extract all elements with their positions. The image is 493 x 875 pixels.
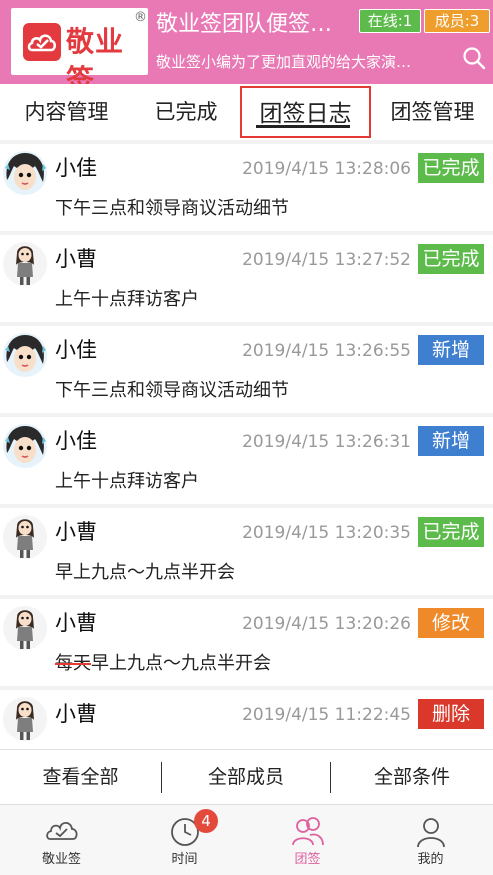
log-entry[interactable]: 小曹 2019/4/15 13:20:26 修改 每天早上九点～九点半开会 <box>0 599 493 686</box>
tab-team-log-label: 团签日志 <box>259 101 352 127</box>
member-name: 小曹 <box>55 247 97 271</box>
member-name: 小曹 <box>55 702 97 726</box>
view-all-button[interactable]: 查看全部 <box>0 750 161 805</box>
log-entry[interactable]: 小曹 2019/4/15 13:20:35 已完成 早上九点～九点半开会 <box>0 508 493 595</box>
status-badge: 删除 <box>418 699 484 729</box>
search-icon[interactable] <box>462 46 486 70</box>
nav-label: 团签 <box>294 852 321 867</box>
avatar-xiaojia[interactable] <box>2 150 48 196</box>
log-timestamp: 2019/4/15 13:20:26 <box>242 614 411 634</box>
tab-team-management[interactable]: 团签管理 <box>372 84 493 140</box>
nav-item-time[interactable]: 4 时间 <box>123 805 246 875</box>
online-count-badge[interactable]: 在线:1 <box>359 9 421 33</box>
status-badge: 已完成 <box>418 244 484 274</box>
avatar-xiaocao[interactable] <box>2 514 48 560</box>
log-timestamp: 2019/4/15 13:28:06 <box>242 159 411 179</box>
logo-cloud-icon <box>23 23 61 61</box>
log-timestamp: 2019/4/15 13:26:31 <box>242 432 411 452</box>
filter-action-bar: 查看全部 全部成员 全部条件 <box>0 749 493 804</box>
status-badge: 已完成 <box>418 517 484 547</box>
cloud-icon <box>44 813 80 849</box>
avatar-xiaocao[interactable] <box>2 696 48 742</box>
active-tab-underline <box>256 125 350 128</box>
team-icon <box>290 813 326 849</box>
status-badge: 新增 <box>418 426 484 456</box>
tab-completed[interactable]: 已完成 <box>133 84 239 140</box>
nav-item-jingyeqian[interactable]: 敬业签 <box>0 805 123 875</box>
log-entry[interactable]: 小佳 2019/4/15 13:26:31 新增 上午十点拜访客户 <box>0 417 493 504</box>
notification-badge: 4 <box>194 809 218 833</box>
member-name: 小佳 <box>55 156 97 180</box>
team-description[interactable]: 敬业签小编为了更加直观的给大家演… <box>156 50 443 74</box>
log-content: 下午三点和领导商议活动细节 <box>55 198 289 219</box>
status-badge: 新增 <box>418 335 484 365</box>
log-entry[interactable]: 小曹 2019/4/15 13:27:52 已完成 上午十点拜访客户 <box>0 235 493 322</box>
member-name: 小佳 <box>55 429 97 453</box>
avatar-xiaocao[interactable] <box>2 241 48 287</box>
new-text: 早上九点～九点半开会 <box>91 653 271 674</box>
nav-label: 时间 <box>171 852 198 867</box>
app-header: 敬业签 ® 敬业签团队便签… 敬业签小编为了更加直观的给大家演… 在线:1 成员… <box>0 0 493 96</box>
log-entry[interactable]: 小佳 2019/4/15 13:26:55 新增 下午三点和领导商议活动细节 <box>0 326 493 413</box>
nav-item-mine[interactable]: 我的 <box>369 805 492 875</box>
log-content: 上午十点拜访客户 <box>55 471 199 492</box>
member-count-badge[interactable]: 成员:3 <box>424 9 490 33</box>
all-conditions-button[interactable]: 全部条件 <box>331 750 493 805</box>
status-badge: 已完成 <box>418 153 484 183</box>
user-icon <box>413 813 449 849</box>
log-content: 上午十点拜访客户 <box>55 289 199 310</box>
nav-item-team[interactable]: 团签 <box>246 805 369 875</box>
bottom-nav: 敬业签 4 时间 团签 我的 <box>0 804 493 875</box>
tab-content-management[interactable]: 内容管理 <box>0 84 133 140</box>
log-content: 早上九点～九点半开会 <box>55 562 235 583</box>
log-timestamp: 2019/4/15 13:27:52 <box>242 250 411 270</box>
tab-bar: 内容管理 已完成 团签日志 团签管理 <box>0 84 493 140</box>
log-content: 每天早上九点～九点半开会 <box>55 650 271 678</box>
log-entry[interactable]: 小佳 2019/4/15 13:28:06 已完成 下午三点和领导商议活动细节 <box>0 144 493 231</box>
status-badge: 修改 <box>418 608 484 638</box>
team-log-list[interactable]: 小佳 2019/4/15 13:28:06 已完成 下午三点和领导商议活动细节 … <box>0 144 493 749</box>
log-timestamp: 2019/4/15 13:26:55 <box>242 341 411 361</box>
log-timestamp: 2019/4/15 13:20:35 <box>242 523 411 543</box>
all-members-button[interactable]: 全部成员 <box>162 750 330 805</box>
log-content: 下午三点和领导商议活动细节 <box>55 380 289 401</box>
logo-registered-mark: ® <box>134 10 147 25</box>
avatar-xiaocao[interactable] <box>2 605 48 651</box>
tab-team-log[interactable]: 团签日志 <box>240 86 371 138</box>
log-entry[interactable]: 小曹 2019/4/15 11:22:45 删除 <box>0 690 493 749</box>
avatar-xiaojia[interactable] <box>2 332 48 378</box>
log-timestamp: 2019/4/15 11:22:45 <box>242 705 411 725</box>
nav-label: 我的 <box>417 852 444 867</box>
avatar-xiaojia[interactable] <box>2 423 48 469</box>
member-name: 小佳 <box>55 338 97 362</box>
team-logo[interactable]: 敬业签 ® <box>11 8 148 96</box>
deleted-text: 每天 <box>55 653 91 674</box>
member-name: 小曹 <box>55 611 97 635</box>
nav-label: 敬业签 <box>41 852 81 867</box>
team-name[interactable]: 敬业签团队便签… <box>156 9 354 41</box>
member-name: 小曹 <box>55 520 97 544</box>
